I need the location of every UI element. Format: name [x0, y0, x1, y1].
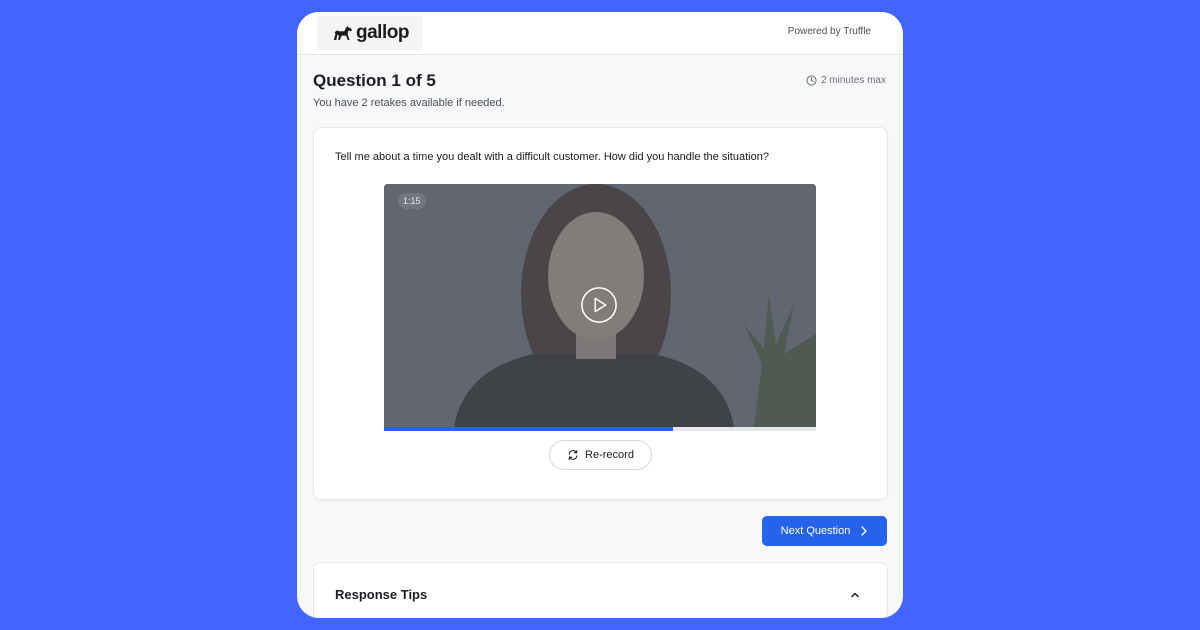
- rerecord-button[interactable]: Re-record: [549, 440, 652, 470]
- response-tips-title: Response Tips: [335, 587, 428, 602]
- refresh-icon: [568, 450, 578, 460]
- clock-icon: [806, 75, 817, 86]
- duration-badge: 1:15: [398, 193, 426, 209]
- rerecord-label: Re-record: [585, 449, 634, 461]
- powered-by: Powered by Truffle: [787, 26, 871, 37]
- video-player[interactable]: 1:15: [384, 184, 816, 427]
- logo: gallop: [317, 16, 423, 50]
- retakes-note: You have 2 retakes available if needed.: [313, 97, 505, 109]
- top-bar: gallop Powered by Truffle: [297, 12, 903, 55]
- question-card: Tell me about a time you dealt with a di…: [313, 127, 888, 500]
- question-prompt: Tell me about a time you dealt with a di…: [335, 151, 769, 163]
- time-limit-label: 2 minutes max: [820, 75, 886, 86]
- response-tips-panel: Response Tips: [313, 562, 888, 618]
- next-question-button[interactable]: Next Question: [762, 516, 887, 546]
- play-icon[interactable]: [580, 286, 618, 324]
- time-limit: 2 minutes max: [806, 75, 886, 86]
- video-progress-bar[interactable]: [384, 427, 816, 431]
- page-title: Question 1 of 5: [313, 71, 436, 90]
- chevron-right-icon: [861, 526, 867, 536]
- horse-icon: [333, 26, 353, 40]
- interview-panel: gallop Powered by Truffle Question 1 of …: [297, 12, 903, 618]
- video-progress-fill: [384, 427, 674, 431]
- next-question-label: Next Question: [780, 525, 851, 537]
- chevron-up-icon[interactable]: [849, 589, 861, 601]
- logo-text: gallop: [356, 22, 409, 43]
